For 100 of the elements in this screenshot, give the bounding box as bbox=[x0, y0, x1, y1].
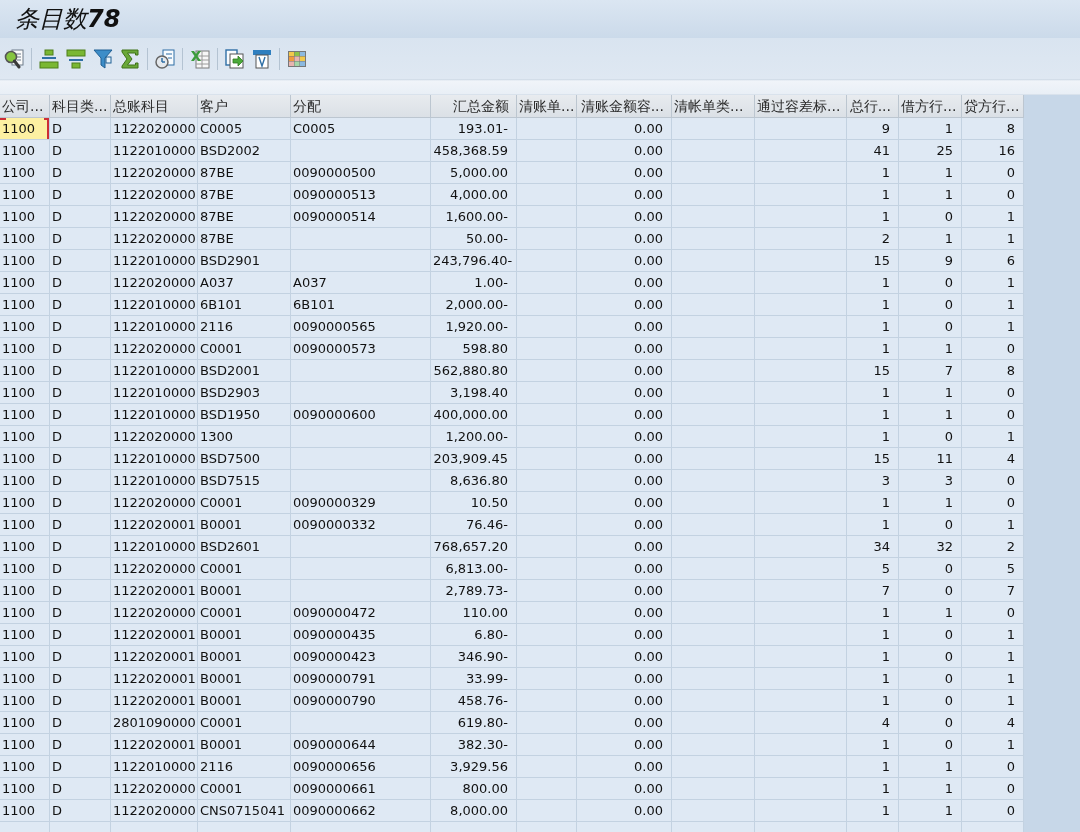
table-cell-text: 7 bbox=[943, 362, 954, 380]
table-cell-text: 50.00- bbox=[465, 230, 509, 248]
table-cell-text: 0 bbox=[943, 648, 954, 666]
table-cell-text: 0090000435 bbox=[292, 626, 377, 644]
column-header[interactable]: 清帐单类... bbox=[672, 95, 755, 118]
table-cell-text: 0 bbox=[943, 560, 954, 578]
table-cell-text: 1 bbox=[943, 780, 954, 798]
tile-grid-icon[interactable] bbox=[287, 49, 307, 69]
table-cell-text: 1.00- bbox=[473, 274, 509, 292]
table-cell-text: B0001 bbox=[199, 626, 243, 644]
table-cell-text: 0.00 bbox=[633, 318, 664, 336]
table-cell-text: 1100 bbox=[1, 450, 37, 468]
table-cell-text: 1100 bbox=[1, 252, 37, 270]
table-cell-text: 1122010000 bbox=[112, 406, 197, 424]
column-header[interactable]: 总账科目 bbox=[111, 95, 198, 118]
column-header[interactable]: 科目类... bbox=[50, 95, 111, 118]
table-cell-text: 1122010000 bbox=[112, 472, 197, 490]
table-cell-text: 0090000332 bbox=[292, 516, 377, 534]
table-cell-text: 8 bbox=[1005, 120, 1016, 138]
table-cell-text: 1100 bbox=[1, 714, 37, 732]
sum-icon[interactable] bbox=[120, 49, 140, 69]
table-cell-text: 6B101 bbox=[199, 296, 243, 314]
table-cell-text: 0 bbox=[1005, 340, 1016, 358]
table-cell-text: 0090000791 bbox=[292, 670, 377, 688]
table-cell-text: 1 bbox=[943, 120, 954, 138]
table-cell-text: 1 bbox=[880, 516, 891, 534]
table-cell-text: 1 bbox=[1005, 208, 1016, 226]
column-header[interactable]: 总行... bbox=[847, 95, 899, 118]
table-cell-text: 1 bbox=[943, 802, 954, 820]
table-cell-text: 0.00 bbox=[633, 208, 664, 226]
table-cell-text: 8,000.00 bbox=[449, 802, 509, 820]
table-cell-text: 1 bbox=[880, 208, 891, 226]
table-cell-text: 1 bbox=[943, 186, 954, 204]
table-cell-text: 0.00 bbox=[633, 736, 664, 754]
table-cell-text: 0 bbox=[943, 516, 954, 534]
table-cell-text: D bbox=[51, 714, 63, 732]
table-cell-text: 1122020001 bbox=[112, 670, 197, 688]
table-cell-text: 400,000.00 bbox=[432, 406, 509, 424]
table-cell-text: 0 bbox=[943, 318, 954, 336]
table-cell-text: 1 bbox=[880, 164, 891, 182]
table-cell-text: 1122020000 bbox=[112, 560, 197, 578]
table-cell-text: 15 bbox=[872, 252, 891, 270]
sort-descending-icon[interactable] bbox=[66, 49, 86, 69]
table-cell-text: 3 bbox=[943, 472, 954, 490]
table-cell-text: 458,368.59 bbox=[432, 142, 509, 160]
table-cell-text: BSD2601 bbox=[199, 538, 262, 556]
table-cell-text: A037 bbox=[292, 274, 328, 292]
table-cell-text: 1 bbox=[880, 648, 891, 666]
table-cell-text: 2,789.73- bbox=[444, 582, 509, 600]
table-cell-text: 0.00 bbox=[633, 450, 664, 468]
table-cell-text: 1 bbox=[880, 296, 891, 314]
filter-icon[interactable] bbox=[93, 49, 113, 69]
table-cell-text: 0090000662 bbox=[292, 802, 377, 820]
table-cell-text: D bbox=[51, 604, 63, 622]
table-cell-text: 1 bbox=[880, 780, 891, 798]
column-header[interactable]: 汇总金额 bbox=[431, 95, 517, 118]
table-cell-text: 5 bbox=[880, 560, 891, 578]
table-cell-text: 1122020000 bbox=[112, 604, 197, 622]
column-header[interactable]: 分配 bbox=[291, 95, 431, 118]
sort-ascending-icon[interactable] bbox=[39, 49, 59, 69]
column-header[interactable]: 通过容差标... bbox=[755, 95, 847, 118]
column-header[interactable]: 借方行... bbox=[899, 95, 962, 118]
table-cell-text: 0 bbox=[1005, 802, 1016, 820]
table-cell-text: 1100 bbox=[1, 142, 37, 160]
column-header[interactable]: 公司... bbox=[0, 95, 50, 118]
table-cell-text: 0.00 bbox=[633, 582, 664, 600]
table-cell-text: 33.99- bbox=[465, 670, 509, 688]
table-cell-text: 25 bbox=[935, 142, 954, 160]
table-cell-text: 1 bbox=[943, 604, 954, 622]
table-cell-text: 800.00 bbox=[461, 780, 509, 798]
table-cell-text: 4 bbox=[880, 714, 891, 732]
table-cell-text: 0.00 bbox=[633, 164, 664, 182]
table-cell-text: 1100 bbox=[1, 758, 37, 776]
table-cell-text: 1122020000 bbox=[112, 230, 197, 248]
column-header[interactable]: 清账金额容... bbox=[577, 95, 672, 118]
table-cell-text: 1 bbox=[880, 318, 891, 336]
spreadsheet-icon[interactable] bbox=[190, 49, 210, 69]
document-arrow-icon[interactable] bbox=[225, 49, 245, 69]
column-header[interactable]: 贷方行... bbox=[962, 95, 1024, 118]
table-cell-text: D bbox=[51, 450, 63, 468]
document-circle-icon[interactable] bbox=[155, 49, 175, 69]
column-header[interactable]: 清账单... bbox=[517, 95, 577, 118]
table-cell-text: 0090000472 bbox=[292, 604, 377, 622]
table-cell-text: 1 bbox=[880, 428, 891, 446]
table-cell-text: 1100 bbox=[1, 384, 37, 402]
table-cell-text: 1100 bbox=[1, 208, 37, 226]
magnifier-document-icon[interactable] bbox=[4, 49, 24, 69]
table-cell-text: 9 bbox=[943, 252, 954, 270]
table-cell-text: 0090000656 bbox=[292, 758, 377, 776]
table-cell-text: 1 bbox=[880, 384, 891, 402]
table-cell-text: 1 bbox=[943, 406, 954, 424]
table-cell-text: 0 bbox=[943, 274, 954, 292]
table-cell-text: 0.00 bbox=[633, 538, 664, 556]
document-header-icon[interactable] bbox=[252, 49, 272, 69]
column-header[interactable]: 客户 bbox=[198, 95, 291, 118]
table-cell-text: D bbox=[51, 648, 63, 666]
table-cell-text: 0090000500 bbox=[292, 164, 377, 182]
table-cell-text: 32 bbox=[935, 538, 954, 556]
table-cell-text: D bbox=[51, 120, 63, 138]
table-cell-text: 0090000644 bbox=[292, 736, 377, 754]
